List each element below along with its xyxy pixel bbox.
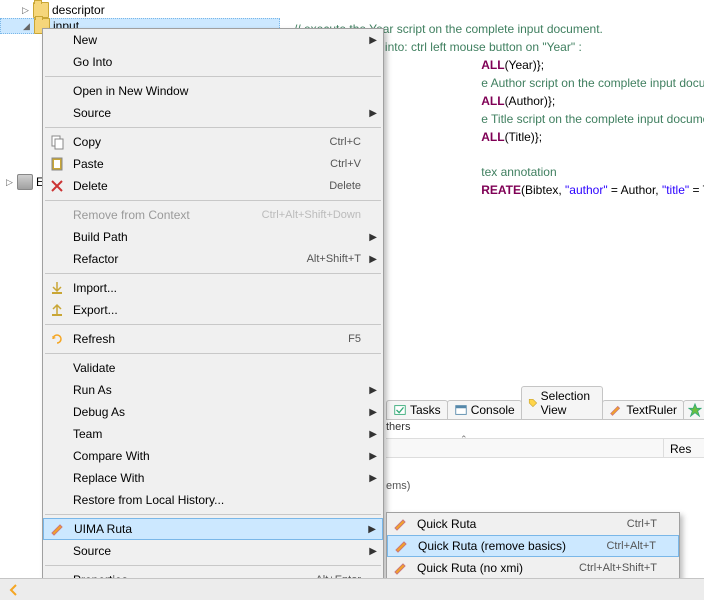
library-icon bbox=[17, 174, 33, 190]
separator bbox=[45, 200, 381, 201]
panel-subtitle: thers bbox=[386, 421, 704, 433]
menu-restore[interactable]: Restore from Local History... bbox=[43, 489, 383, 511]
submenu-arrow-icon: ▶ bbox=[369, 473, 377, 484]
menu-import[interactable]: Import... bbox=[43, 277, 383, 299]
tab-textruler[interactable]: TextRuler bbox=[602, 400, 684, 419]
refresh-icon bbox=[49, 331, 65, 347]
separator bbox=[45, 324, 381, 325]
export-icon bbox=[49, 302, 65, 318]
separator bbox=[45, 353, 381, 354]
menu-team[interactable]: Team▶ bbox=[43, 423, 383, 445]
pencil-icon bbox=[50, 521, 66, 537]
menu-quick-ruta[interactable]: Quick RutaCtrl+T bbox=[387, 513, 679, 535]
menu-source2[interactable]: Source▶ bbox=[43, 540, 383, 562]
grid-header: Res bbox=[386, 438, 704, 458]
menu-remove-context: Remove from ContextCtrl+Alt+Shift+Down bbox=[43, 204, 383, 226]
tab-label: TextRuler bbox=[626, 403, 677, 417]
menu-new[interactable]: New▶ bbox=[43, 29, 383, 51]
tab-selection-view[interactable]: Selection View bbox=[521, 386, 604, 419]
menu-copy[interactable]: CopyCtrl+C bbox=[43, 131, 383, 153]
expand-icon[interactable]: ▷ bbox=[20, 5, 31, 16]
submenu-arrow-icon: ▶ bbox=[369, 232, 377, 243]
menu-validate[interactable]: Validate bbox=[43, 357, 383, 379]
copy-icon bbox=[49, 134, 65, 150]
submenu-arrow-icon: ▶ bbox=[369, 407, 377, 418]
menu-replace[interactable]: Replace With▶ bbox=[43, 467, 383, 489]
menu-build-path[interactable]: Build Path▶ bbox=[43, 226, 383, 248]
menu-quick-ruta-no-xmi[interactable]: Quick Ruta (no xmi)Ctrl+Alt+Shift+T bbox=[387, 557, 679, 579]
console-icon bbox=[454, 403, 468, 417]
tab-tasks[interactable]: Tasks bbox=[386, 400, 448, 419]
menu-delete[interactable]: DeleteDelete bbox=[43, 175, 383, 197]
menu-uima-ruta[interactable]: UIMA Ruta▶ bbox=[43, 518, 383, 540]
submenu-arrow-icon: ▶ bbox=[369, 35, 377, 46]
pencil-icon bbox=[394, 538, 410, 554]
menu-refactor[interactable]: RefactorAlt+Shift+T▶ bbox=[43, 248, 383, 270]
menu-source[interactable]: Source▶ bbox=[43, 102, 383, 124]
menu-open-new-window[interactable]: Open in New Window bbox=[43, 80, 383, 102]
submenu-arrow-icon: ▶ bbox=[369, 385, 377, 396]
separator bbox=[45, 76, 381, 77]
star-icon bbox=[688, 403, 702, 417]
delete-icon bbox=[49, 178, 65, 194]
tree-label: descriptor bbox=[52, 3, 105, 17]
pencil-icon bbox=[609, 403, 623, 417]
context-menu: New▶ Go Into Open in New Window Source▶ … bbox=[42, 28, 384, 592]
status-bar bbox=[0, 578, 704, 600]
menu-refresh[interactable]: RefreshF5 bbox=[43, 328, 383, 350]
menu-export[interactable]: Export... bbox=[43, 299, 383, 321]
submenu-uima-ruta: Quick RutaCtrl+T Quick Ruta (remove basi… bbox=[386, 512, 680, 580]
pencil-icon bbox=[393, 516, 409, 532]
menu-debug-as[interactable]: Debug As▶ bbox=[43, 401, 383, 423]
separator bbox=[45, 273, 381, 274]
separator bbox=[45, 514, 381, 515]
submenu-arrow-icon: ▶ bbox=[369, 254, 377, 265]
menu-compare[interactable]: Compare With▶ bbox=[43, 445, 383, 467]
submenu-arrow-icon: ▶ bbox=[369, 429, 377, 440]
separator bbox=[45, 565, 381, 566]
tag-icon bbox=[528, 396, 538, 410]
menu-go-into[interactable]: Go Into bbox=[43, 51, 383, 73]
view-tabs: Tasks Console Selection View TextRuler bbox=[386, 398, 704, 420]
grid-col-res[interactable]: Res bbox=[664, 439, 704, 457]
expand-icon[interactable]: ◢ bbox=[21, 21, 32, 32]
separator bbox=[45, 127, 381, 128]
tab-label: Tasks bbox=[410, 403, 441, 417]
back-icon[interactable] bbox=[6, 582, 22, 598]
paste-icon bbox=[49, 156, 65, 172]
submenu-arrow-icon: ▶ bbox=[369, 546, 377, 557]
expand-icon[interactable]: ▷ bbox=[4, 177, 15, 188]
tasks-icon bbox=[393, 403, 407, 417]
grid-row-text: ems) bbox=[386, 480, 410, 492]
menu-quick-ruta-remove-basics[interactable]: Quick Ruta (remove basics)Ctrl+Alt+T bbox=[387, 535, 679, 557]
submenu-arrow-icon: ▶ bbox=[369, 451, 377, 462]
grid-col[interactable] bbox=[386, 439, 664, 457]
pencil-icon bbox=[393, 560, 409, 576]
submenu-arrow-icon: ▶ bbox=[368, 524, 376, 535]
menu-paste[interactable]: PasteCtrl+V bbox=[43, 153, 383, 175]
import-icon bbox=[49, 280, 65, 296]
menu-run-as[interactable]: Run As▶ bbox=[43, 379, 383, 401]
tab-label: Selection View bbox=[541, 389, 597, 417]
tab-label: Console bbox=[471, 403, 515, 417]
submenu-arrow-icon: ▶ bbox=[369, 108, 377, 119]
tab-more[interactable] bbox=[683, 400, 704, 419]
tab-console[interactable]: Console bbox=[447, 400, 522, 419]
